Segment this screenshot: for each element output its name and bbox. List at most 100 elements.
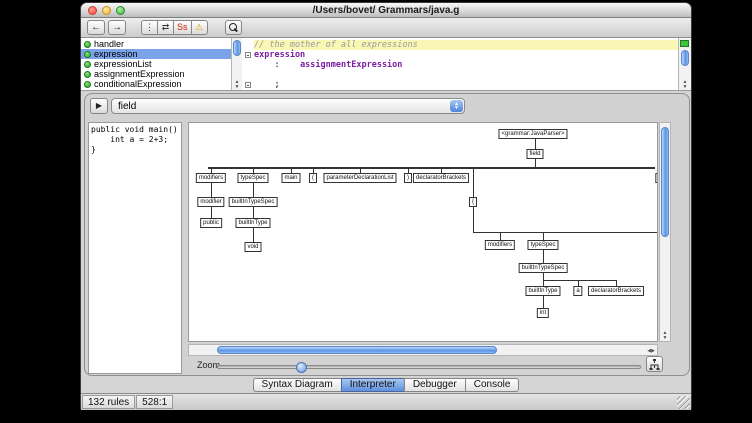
rule-bullet-icon [84, 51, 91, 58]
code-line: : assignmentExpression [254, 60, 678, 70]
run-interpreter-button[interactable]: ▶ [90, 98, 108, 114]
rule-bullet-icon [84, 41, 91, 48]
tree-node[interactable]: modifiers [485, 240, 515, 250]
grammar-editor[interactable]: // the mother of all expressionsexpressi… [242, 38, 678, 90]
find-button[interactable] [225, 20, 242, 35]
tree-node[interactable]: ( [309, 173, 317, 183]
tree-node[interactable]: typeSpec [237, 173, 268, 183]
tree-edge [211, 183, 212, 197]
zoom-slider[interactable] [217, 365, 641, 369]
code-segment: // the mother of all expressions [254, 40, 418, 50]
tree-node[interactable]: int [537, 308, 549, 318]
scroll-arrow-icons[interactable]: ▲▼ [232, 80, 242, 90]
app-window: /Users/bovet/ Grammars/java.g ← → ⋮⇄Ss⚠ … [80, 2, 692, 409]
rules-scroll-thumb[interactable] [233, 40, 241, 56]
back-button[interactable]: ← [87, 20, 105, 35]
gutter-cell [242, 50, 254, 60]
zoom-button[interactable] [116, 6, 125, 15]
title-bar[interactable]: /Users/bovet/ Grammars/java.g [81, 3, 691, 18]
magnifier-icon [229, 23, 238, 32]
tab-syntax-diagram[interactable]: Syntax Diagram [253, 378, 342, 392]
gutter-cell [242, 80, 254, 90]
tree-node[interactable]: declaratorBrackets [413, 173, 469, 183]
tree-node[interactable]: compoundStatement [655, 173, 658, 183]
rule-label: handler [94, 39, 124, 49]
tree-node[interactable]: builtInType [235, 218, 270, 228]
editor-code[interactable]: // the mother of all expressionsexpressi… [254, 38, 678, 90]
rule-item-expressionList[interactable]: expressionList [81, 59, 231, 69]
rule-item-expression[interactable]: expression [81, 49, 231, 59]
tree-node[interactable]: a [573, 286, 582, 296]
scroll-arrow-icons[interactable]: ▲▼ [679, 80, 691, 90]
code-segment: expression [254, 50, 305, 60]
editor-scroll-thumb[interactable] [681, 50, 689, 66]
minimize-button[interactable] [102, 6, 111, 15]
toolbar-syntax-coloring-button[interactable]: Ss [173, 20, 192, 35]
tree-node[interactable]: builtInTypeSpec [519, 263, 568, 273]
parse-tree-canvas[interactable]: <grammar:JavaParser> field modifiers typeSp… [188, 122, 658, 342]
resize-grip[interactable] [677, 396, 690, 409]
rules-scrollbar[interactable]: ▲▼ [231, 38, 242, 90]
input-text-area[interactable]: public void main() { int a = 2+3; } [88, 122, 182, 374]
tree-view-button[interactable] [646, 356, 663, 372]
tab-console[interactable]: Console [465, 378, 520, 392]
scroll-arrow-icons[interactable]: ▲▼ [660, 331, 670, 341]
code-line: expression [254, 50, 678, 60]
tree-node[interactable]: <grammar:JavaParser> [498, 129, 567, 139]
toolbar-sort-button[interactable]: ⇄ [157, 20, 174, 35]
tree-node[interactable]: field [526, 149, 543, 159]
tree-edge [543, 250, 544, 263]
toolbar-warnings-button[interactable]: ⚠ [191, 20, 208, 35]
status-bar: 132 rules 528:1 [81, 393, 691, 410]
rule-item-assignmentExpression[interactable]: assignmentExpression [81, 69, 231, 79]
bottom-tabs: Syntax DiagramInterpreterDebuggerConsole [81, 378, 691, 392]
tree-hscroll-thumb[interactable] [217, 346, 497, 354]
rule-count-cell: 132 rules [82, 395, 135, 409]
rule-item-handler[interactable]: handler [81, 39, 231, 49]
tab-debugger[interactable]: Debugger [404, 378, 466, 392]
tree-node[interactable]: typeSpec [527, 240, 558, 250]
tree-node[interactable]: void [244, 242, 261, 252]
interpreter-panel: ▶ field ▲▼ public void main() { int a = … [84, 93, 690, 376]
code-segment: assignmentExpression [300, 60, 402, 70]
tree-edge [253, 228, 254, 242]
tree-node[interactable]: modifier [197, 197, 224, 207]
tree-node[interactable]: parameterDeclarationList [323, 173, 396, 183]
tree-edge [543, 273, 544, 280]
tree-horizontal-scrollbar[interactable]: ◀▶ [188, 344, 658, 356]
tree-node[interactable]: declaratorBrackets [588, 286, 644, 296]
tree-vscroll-thumb[interactable] [661, 127, 669, 237]
rules-list[interactable]: handlerexpressionexpressionListassignmen… [81, 38, 231, 90]
start-rule-combo[interactable]: field ▲▼ [111, 98, 465, 114]
rule-label: expressionList [94, 59, 152, 69]
tree-edge [500, 232, 501, 240]
traffic-lights [88, 6, 125, 15]
tree-edge [211, 207, 212, 218]
rule-item-conditionalExpression[interactable]: conditionalExpression [81, 79, 231, 89]
editor-scrollbar[interactable]: ▲▼ [678, 38, 691, 90]
tree-edge [543, 232, 544, 240]
zoom-slider-thumb[interactable] [296, 362, 307, 373]
tree-vertical-scrollbar[interactable]: ▲▼ [659, 122, 671, 342]
tree-node[interactable]: builtInTypeSpec [229, 197, 278, 207]
tree-node[interactable]: main [281, 173, 300, 183]
tree-edge [473, 167, 474, 197]
tree-node[interactable]: { [469, 197, 477, 207]
toolbar: ← → ⋮⇄Ss⚠ [81, 18, 691, 38]
editor-gutter [242, 38, 254, 90]
gutter-cell [242, 40, 254, 50]
upper-split: handlerexpressionexpressionListassignmen… [81, 38, 691, 91]
tree-node[interactable]: builtInType [525, 286, 560, 296]
tree-node[interactable]: public [200, 218, 222, 228]
tree-node[interactable]: ) [404, 173, 412, 183]
close-button[interactable] [88, 6, 97, 15]
forward-button[interactable]: → [108, 20, 126, 35]
toolbar-rules-button[interactable]: ⋮ [141, 20, 158, 35]
scroll-arrow-icons[interactable]: ◀▶ [647, 347, 655, 355]
fold-icon[interactable] [245, 82, 251, 88]
gutter-cell [242, 60, 254, 70]
fold-icon[interactable] [245, 52, 251, 58]
tree-edge [208, 167, 655, 169]
tab-interpreter[interactable]: Interpreter [341, 378, 405, 392]
tree-node[interactable]: modifiers [196, 173, 226, 183]
